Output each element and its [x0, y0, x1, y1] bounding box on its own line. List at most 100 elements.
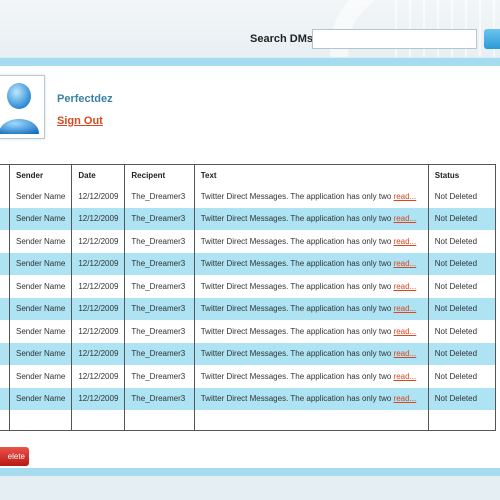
delete-button[interactable]: elete: [0, 447, 29, 466]
main-content: Perfectdez Sign Out Sender Date Recipent…: [0, 66, 500, 468]
cell-sender: Sender Name: [8, 365, 73, 388]
cell-text-content: Twitter Direct Messages. The application…: [200, 326, 392, 336]
table-row[interactable]: Sender Name 12/12/2009 The_Dreamer3 Twit…: [0, 387, 497, 410]
read-more-link[interactable]: read...: [394, 192, 417, 201]
read-more-link[interactable]: read...: [394, 304, 417, 313]
row-checkbox[interactable]: [0, 230, 10, 253]
cell-text-content: Twitter Direct Messages. The application…: [200, 394, 392, 404]
cell-date: 12/12/2009: [71, 297, 126, 320]
cell-status: Not Deleted: [427, 297, 497, 320]
header-date[interactable]: Date: [71, 164, 126, 185]
cell-text-content: Twitter Direct Messages. The application…: [200, 214, 392, 224]
cell-text-content: Twitter Direct Messages. The application…: [200, 304, 392, 314]
cell-sender: Sender Name: [8, 342, 73, 365]
row-checkbox[interactable]: [0, 297, 10, 320]
cell-sender: Sender Name: [8, 252, 73, 275]
cell-date: 12/12/2009: [71, 365, 126, 388]
cell-recipient: The_Dreamer3: [124, 320, 195, 343]
read-more-link[interactable]: read...: [394, 394, 417, 403]
table-row[interactable]: Sender Name 12/12/2009 The_Dreamer3 Twit…: [0, 342, 497, 365]
cell-text-content: Twitter Direct Messages. The application…: [200, 371, 392, 381]
header: Search DMs: [0, 0, 500, 66]
cell-recipient: The_Dreamer3: [124, 230, 195, 253]
messages-table: Sender Date Recipent Text Status Sender …: [0, 164, 497, 431]
empty-cell: [8, 410, 73, 431]
empty-cell: [71, 410, 126, 431]
cell-recipient: The_Dreamer3: [124, 387, 195, 410]
cell-date: 12/12/2009: [71, 320, 126, 343]
search-input[interactable]: [312, 29, 477, 49]
cell-status: Not Deleted: [427, 387, 497, 410]
cell-text: Twitter Direct Messages. The application…: [193, 342, 429, 365]
header-checkbox-col: [0, 164, 10, 185]
empty-cell: [427, 410, 497, 431]
table-row[interactable]: Sender Name 12/12/2009 The_Dreamer3 Twit…: [0, 185, 497, 208]
read-more-link[interactable]: read...: [394, 259, 417, 268]
header-text[interactable]: Text: [193, 164, 429, 185]
username: Perfectdez: [57, 93, 113, 105]
read-more-link[interactable]: read...: [394, 282, 417, 291]
header-status[interactable]: Status: [427, 164, 497, 185]
read-more-link[interactable]: read...: [394, 327, 417, 336]
header-stripe: [0, 57, 500, 66]
cell-text-content: Twitter Direct Messages. The application…: [200, 259, 392, 269]
cell-sender: Sender Name: [8, 297, 73, 320]
cell-status: Not Deleted: [427, 252, 497, 275]
table-row[interactable]: Sender Name 12/12/2009 The_Dreamer3 Twit…: [0, 252, 497, 275]
cell-date: 12/12/2009: [71, 185, 126, 208]
empty-cell: [124, 410, 195, 431]
row-checkbox[interactable]: [0, 275, 10, 298]
avatar: [0, 75, 45, 139]
cell-text: Twitter Direct Messages. The application…: [193, 320, 429, 343]
cell-status: Not Deleted: [427, 342, 497, 365]
empty-cell: [0, 410, 10, 431]
cell-text-content: Twitter Direct Messages. The application…: [200, 281, 392, 291]
row-checkbox[interactable]: [0, 207, 10, 230]
read-more-link[interactable]: read...: [394, 349, 417, 358]
cell-sender: Sender Name: [8, 207, 73, 230]
cell-date: 12/12/2009: [71, 342, 126, 365]
footer: [0, 468, 500, 500]
cell-sender: Sender Name: [8, 387, 73, 410]
cell-sender: Sender Name: [8, 185, 73, 208]
read-more-link[interactable]: read...: [394, 237, 417, 246]
footer-stripe: [0, 468, 500, 476]
cell-recipient: The_Dreamer3: [124, 185, 195, 208]
cell-status: Not Deleted: [427, 320, 497, 343]
row-checkbox[interactable]: [0, 320, 10, 343]
cell-sender: Sender Name: [8, 275, 73, 298]
table-row[interactable]: Sender Name 12/12/2009 The_Dreamer3 Twit…: [0, 365, 497, 388]
cell-date: 12/12/2009: [71, 387, 126, 410]
row-checkbox[interactable]: [0, 342, 10, 365]
header-recipient[interactable]: Recipent: [124, 164, 195, 185]
cell-text: Twitter Direct Messages. The application…: [193, 207, 429, 230]
empty-cell: [193, 410, 429, 431]
row-checkbox[interactable]: [0, 387, 10, 410]
cell-recipient: The_Dreamer3: [124, 365, 195, 388]
table-row[interactable]: Sender Name 12/12/2009 The_Dreamer3 Twit…: [0, 230, 497, 253]
row-checkbox[interactable]: [0, 185, 10, 208]
read-more-link[interactable]: read...: [394, 372, 417, 381]
cell-sender: Sender Name: [8, 320, 73, 343]
table-header-row: Sender Date Recipent Text Status: [0, 164, 497, 185]
table-row[interactable]: Sender Name 12/12/2009 The_Dreamer3 Twit…: [0, 207, 497, 230]
cell-date: 12/12/2009: [71, 207, 126, 230]
cell-status: Not Deleted: [427, 275, 497, 298]
read-more-link[interactable]: read...: [394, 214, 417, 223]
search-button[interactable]: [484, 29, 500, 49]
cell-text: Twitter Direct Messages. The application…: [193, 230, 429, 253]
table-row[interactable]: Sender Name 12/12/2009 The_Dreamer3 Twit…: [0, 275, 497, 298]
header-sender[interactable]: Sender: [8, 164, 73, 185]
cell-date: 12/12/2009: [71, 230, 126, 253]
table-row[interactable]: Sender Name 12/12/2009 The_Dreamer3 Twit…: [0, 320, 497, 343]
row-checkbox[interactable]: [0, 365, 10, 388]
cell-text-content: Twitter Direct Messages. The application…: [200, 236, 392, 246]
table-row[interactable]: Sender Name 12/12/2009 The_Dreamer3 Twit…: [0, 297, 497, 320]
sign-out-link[interactable]: Sign Out: [57, 115, 103, 127]
cell-text-content: Twitter Direct Messages. The application…: [200, 349, 392, 359]
table-empty-row: [0, 410, 497, 431]
row-checkbox[interactable]: [0, 252, 10, 275]
cell-status: Not Deleted: [427, 207, 497, 230]
cell-status: Not Deleted: [427, 230, 497, 253]
cell-text: Twitter Direct Messages. The application…: [193, 185, 429, 208]
